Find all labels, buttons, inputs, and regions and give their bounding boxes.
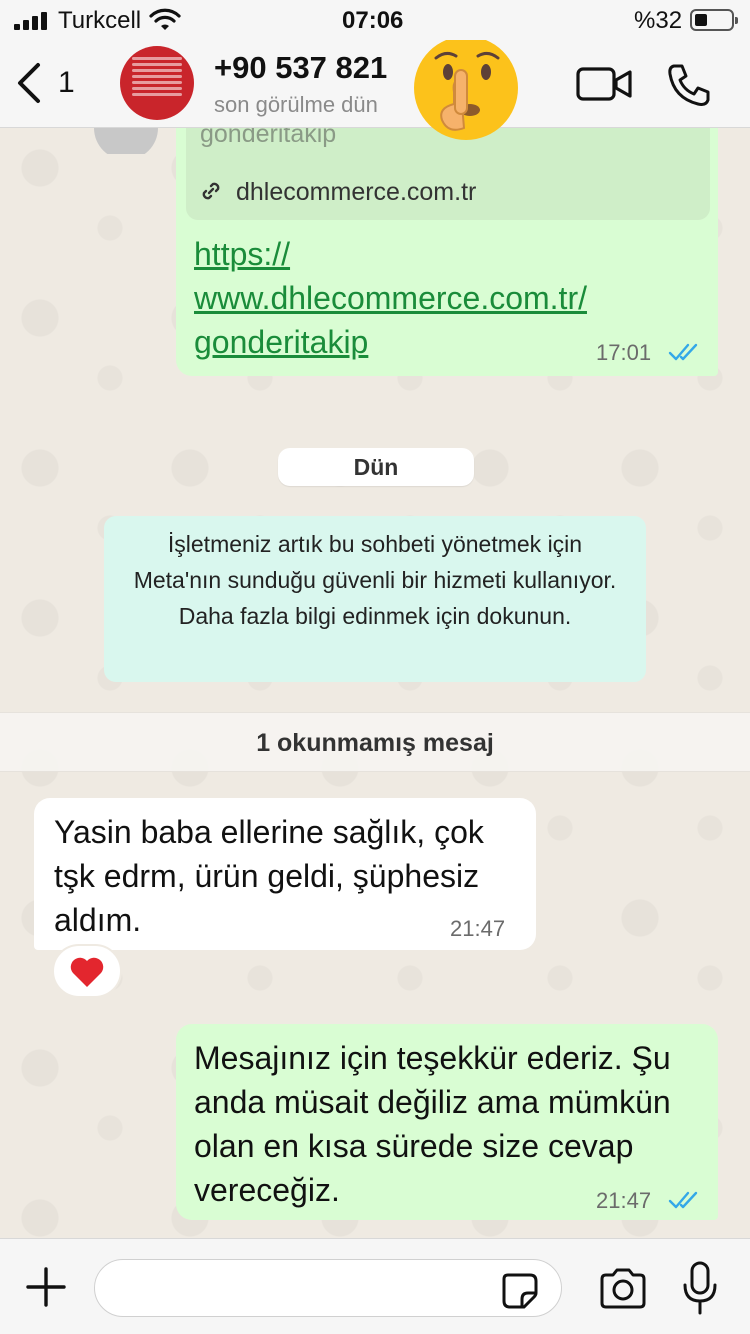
carrier-name: Turkcell [58, 7, 142, 34]
message-input[interactable] [94, 1259, 562, 1317]
message-timestamp: 21:47 [450, 916, 506, 941]
battery-percent: %32 [634, 7, 683, 34]
partial-avatar-icon [94, 128, 158, 154]
message-timestamp: 17:01 [596, 340, 652, 365]
outgoing-message-bubble[interactable]: Mesajınız için teşekkür ederiz. Şu anda … [176, 1024, 718, 1220]
message-timestamp: 21:47 [596, 1188, 652, 1213]
back-button[interactable]: 1 [14, 58, 84, 108]
video-call-icon[interactable] [576, 66, 632, 102]
link-line-1: https:// [194, 236, 291, 272]
sticker-icon[interactable] [500, 1271, 540, 1311]
unread-chats-count: 1 [58, 66, 75, 99]
double-check-read-icon [668, 343, 698, 361]
link-line-2: www.dhlecommerce.com.tr/ [194, 280, 587, 316]
message-input-bar [0, 1238, 750, 1334]
message-reaction[interactable] [52, 944, 122, 998]
status-bar: Turkcell 07:06 %32 [0, 0, 750, 40]
incoming-message-bubble[interactable]: Yasin baba ellerine sağlık, çok tşk edrm… [34, 798, 536, 950]
date-separator: Dün [278, 448, 474, 486]
link-icon [202, 182, 220, 200]
message-link[interactable]: https:// www.dhlecommerce.com.tr/ gonder… [194, 232, 654, 364]
chevron-left-icon [18, 63, 40, 103]
chat-header: 1 +90 537 821 son görülme dün [0, 36, 750, 140]
contact-name[interactable]: +90 537 821 [214, 50, 387, 86]
camera-icon[interactable] [598, 1267, 648, 1311]
link-line-3: gonderitakip [194, 324, 369, 360]
business-system-notice[interactable]: İşletmeniz artık bu sohbeti yönetmek içi… [104, 516, 646, 682]
battery-icon [690, 9, 738, 31]
heart-icon [70, 957, 104, 987]
avatar[interactable] [120, 46, 194, 120]
link-preview-domain: dhlecommerce.com.tr [236, 178, 477, 206]
unread-messages-banner: 1 okunmamış mesaj [0, 712, 750, 772]
voice-call-icon[interactable] [666, 62, 712, 108]
wifi-icon [149, 8, 181, 30]
message-text: Mesajınız için teşekkür ederiz. Şu anda … [194, 1040, 671, 1208]
double-check-read-icon [668, 1191, 698, 1209]
cellular-signal-icon [14, 12, 48, 30]
shushing-face-emoji-icon [414, 36, 518, 140]
clock: 07:06 [342, 7, 404, 34]
plus-icon[interactable] [24, 1265, 68, 1309]
microphone-icon[interactable] [682, 1261, 718, 1315]
last-seen-status: son görülme dün [214, 92, 378, 117]
